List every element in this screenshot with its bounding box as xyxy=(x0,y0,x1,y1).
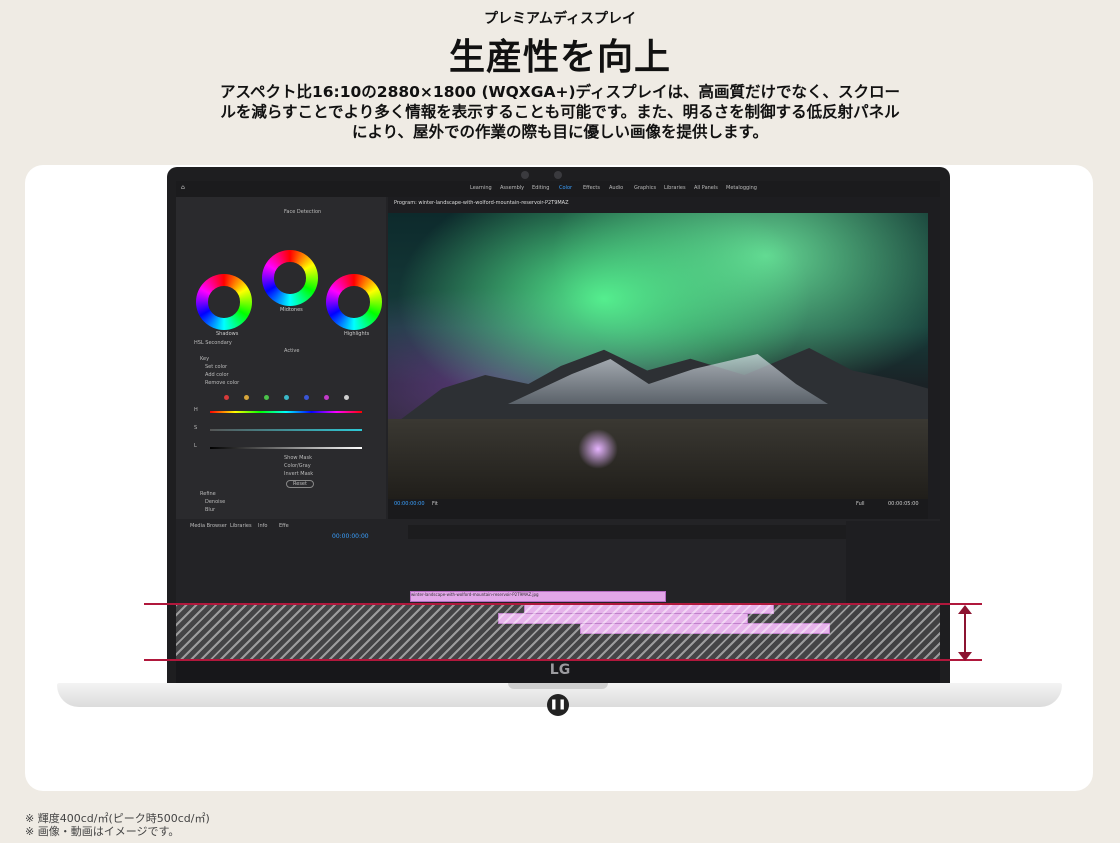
time-ruler[interactable] xyxy=(408,525,846,539)
program-timebar: 00:00:00:00 Fit Full 00:00:05:00 xyxy=(388,499,928,519)
footnotes: ※ 輝度400cd/㎡(ピーク時500cd/㎡) ※ 画像・動画はイメージです。 xyxy=(25,812,210,838)
sequence-timecode: 00:00:00:00 xyxy=(332,533,369,540)
swatch-yellow[interactable] xyxy=(244,395,249,400)
tab-color[interactable]: Color xyxy=(559,185,572,191)
pause-icon[interactable]: ❚❚ xyxy=(547,694,569,716)
reset-button[interactable]: Reset xyxy=(286,480,314,488)
saturation-label: S xyxy=(194,425,198,431)
measure-line-bottom xyxy=(144,659,982,661)
laptop-screen: ⌂ Learning Assembly Editing Color Effect… xyxy=(176,181,940,661)
program-timecode-left: 00:00:00:00 xyxy=(394,501,425,507)
saturation-slider[interactable] xyxy=(210,429,362,431)
tab-libraries[interactable]: Libraries xyxy=(664,185,686,191)
tab-libraries-panel[interactable]: Libraries xyxy=(230,523,252,529)
shadows-label: Shadows xyxy=(216,331,239,337)
brand-logo: LG xyxy=(549,662,571,678)
tab-editing[interactable]: Editing xyxy=(532,185,549,191)
timeline-clip[interactable]: winter-landscape-with-wolford-mountain-r… xyxy=(410,591,666,602)
extra-display-area-overlay xyxy=(176,604,940,661)
camera-left-dot xyxy=(521,171,529,179)
lightness-label: L xyxy=(194,443,197,449)
aurora-preview-image xyxy=(388,213,928,499)
program-timecode-right: 00:00:05:00 xyxy=(888,501,919,507)
tab-audio[interactable]: Audio xyxy=(609,185,623,191)
section-eyebrow: プレミアムディスプレイ xyxy=(483,11,637,27)
swatch-cyan[interactable] xyxy=(284,395,289,400)
highlights-label: Highlights xyxy=(344,331,370,337)
section-title: 生産性を向上 xyxy=(448,37,671,78)
midtones-wheel[interactable] xyxy=(262,250,318,306)
invert-mask-checkbox[interactable]: Invert Mask xyxy=(284,471,313,477)
footnote-brightness: ※ 輝度400cd/㎡(ピーク時500cd/㎡) xyxy=(25,812,210,825)
tab-learning[interactable]: Learning xyxy=(470,185,492,191)
swatch-green[interactable] xyxy=(264,395,269,400)
workspace-bar: ⌂ Learning Assembly Editing Color Effect… xyxy=(176,181,940,197)
footnote-image: ※ 画像・動画はイメージです。 xyxy=(25,825,180,838)
fit-select[interactable]: Fit xyxy=(432,501,438,507)
base-notch xyxy=(508,683,608,689)
hue-slider[interactable] xyxy=(210,411,362,413)
section-description: アスペクト比16:10の2880×1800 (WQXGA+)ディスプレイは、高画… xyxy=(220,83,900,141)
arrow-down-icon xyxy=(958,652,972,661)
key-label: Key xyxy=(200,356,210,362)
swatch-magenta[interactable] xyxy=(324,395,329,400)
camera-right-dot xyxy=(554,171,562,179)
refine-label: Refine xyxy=(200,491,216,497)
ground-shape xyxy=(388,419,928,499)
tab-effects[interactable]: Effects xyxy=(583,185,600,191)
program-monitor: Program: winter-landscape-with-wolford-m… xyxy=(388,197,940,519)
set-color-label: Set color xyxy=(205,364,228,370)
tab-metalogging[interactable]: Metalogging xyxy=(726,185,757,191)
highlights-wheel[interactable] xyxy=(326,274,382,330)
show-mask-checkbox[interactable]: Show Mask xyxy=(284,455,312,461)
program-title: Program: winter-landscape-with-wolford-m… xyxy=(394,200,569,206)
swatch-red[interactable] xyxy=(224,395,229,400)
shadows-wheel[interactable] xyxy=(196,274,252,330)
color-gray-select[interactable]: Color/Gray xyxy=(284,463,311,469)
tab-graphics[interactable]: Graphics xyxy=(634,185,656,191)
measure-line-top xyxy=(144,603,982,605)
lightness-slider[interactable] xyxy=(210,447,362,449)
tab-media-browser[interactable]: Media Browser xyxy=(190,523,227,529)
denoise-label: Denoise xyxy=(205,499,226,505)
swatch-gray[interactable] xyxy=(344,395,349,400)
hsl-secondary-header[interactable]: HSL Secondary xyxy=(194,340,232,346)
blur-label: Blur xyxy=(205,507,216,513)
tab-assembly[interactable]: Assembly xyxy=(500,185,524,191)
hue-label: H xyxy=(194,407,198,413)
active-checkbox[interactable]: Active xyxy=(284,348,299,354)
face-detection-checkbox[interactable]: Face Detection xyxy=(284,209,321,215)
arrow-shaft xyxy=(964,609,966,656)
midtones-label: Midtones xyxy=(280,307,303,313)
light-glow xyxy=(578,429,618,469)
home-icon[interactable]: ⌂ xyxy=(181,184,185,191)
tab-effects-panel[interactable]: Effe xyxy=(279,523,289,529)
remove-color-label: Remove color xyxy=(205,380,240,386)
tab-info[interactable]: Info xyxy=(258,523,267,529)
lumetri-color-panel: Face Detection Shadows Midtones Highligh… xyxy=(176,197,386,519)
add-color-label: Add color xyxy=(205,372,229,378)
tab-all-panels[interactable]: All Panels xyxy=(694,185,718,191)
full-select[interactable]: Full xyxy=(856,501,865,507)
swatch-blue[interactable] xyxy=(304,395,309,400)
